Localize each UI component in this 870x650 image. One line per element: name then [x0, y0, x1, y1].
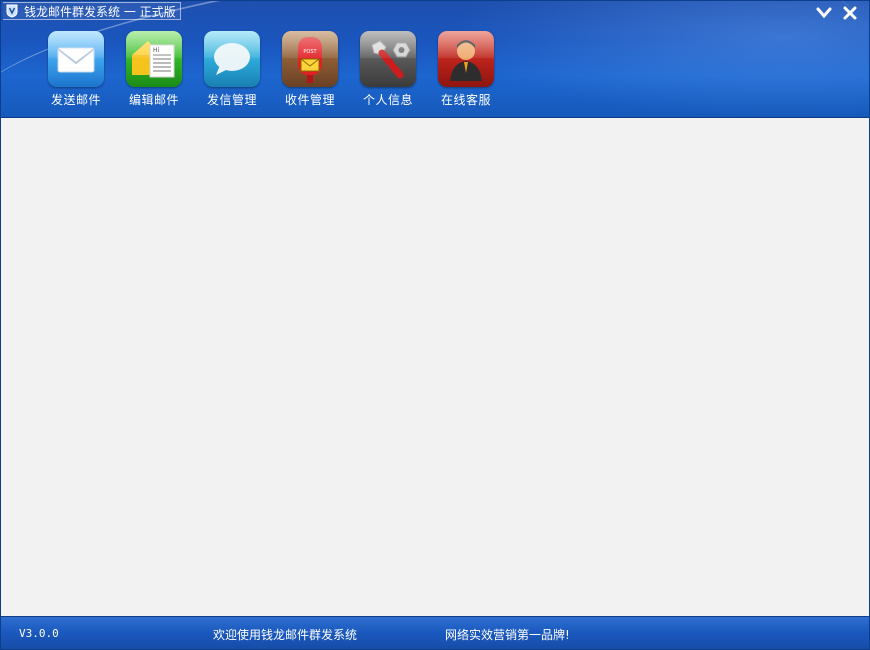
window-title: 钱龙邮件群发系统 一 正式版 — [24, 4, 176, 19]
minimize-button[interactable] — [815, 5, 833, 21]
app-window: 钱龙邮件群发系统 一 正式版 发送邮件 Hi 编辑邮件 发信管理 POST 收件… — [0, 0, 870, 650]
inbox-management-label: 收件管理 — [284, 93, 335, 107]
edit-mail-label: 编辑邮件 — [128, 93, 179, 107]
mailbox-post-icon: POST — [282, 31, 338, 87]
main-content-area — [1, 119, 869, 616]
personal-info-button[interactable]: 个人信息 — [349, 31, 427, 108]
online-service-label: 在线客服 — [440, 93, 491, 107]
support-agent-icon — [438, 31, 494, 87]
close-button[interactable] — [841, 5, 859, 21]
edit-mail-button[interactable]: Hi 编辑邮件 — [115, 31, 193, 108]
welcome-message: 欢迎使用钱龙邮件群发系统 — [213, 628, 358, 642]
online-service-button[interactable]: 在线客服 — [427, 31, 505, 108]
compose-letter-icon: Hi — [126, 31, 182, 87]
chevron-down-icon — [816, 7, 832, 19]
window-controls — [815, 5, 859, 21]
send-mail-label: 发送邮件 — [50, 93, 101, 107]
header-banner: 钱龙邮件群发系统 一 正式版 发送邮件 Hi 编辑邮件 发信管理 POST 收件… — [1, 1, 869, 118]
wrench-bolt-icon — [360, 31, 416, 87]
slogan-text: 网络实效营销第一品牌! — [445, 628, 570, 642]
status-bar: V3.0.0 欢迎使用钱龙邮件群发系统 网络实效营销第一品牌! — [1, 616, 869, 649]
send-mail-button[interactable]: 发送邮件 — [37, 31, 115, 108]
main-toolbar: 发送邮件 Hi 编辑邮件 发信管理 POST 收件管理 个人信息 在线客服 — [37, 31, 505, 108]
svg-text:POST: POST — [303, 49, 317, 55]
inbox-management-button[interactable]: POST 收件管理 — [271, 31, 349, 108]
title-bar[interactable]: 钱龙邮件群发系统 一 正式版 — [3, 2, 181, 20]
close-icon — [843, 6, 857, 20]
sending-management-label: 发信管理 — [206, 93, 257, 107]
svg-text:Hi: Hi — [153, 47, 160, 54]
header-glow — [449, 1, 869, 117]
personal-info-label: 个人信息 — [362, 93, 413, 107]
version-label: V3.0.0 — [19, 627, 59, 640]
envelope-icon — [48, 31, 104, 87]
sending-management-button[interactable]: 发信管理 — [193, 31, 271, 108]
speech-bubble-icon — [204, 31, 260, 87]
app-logo-icon — [6, 4, 18, 18]
